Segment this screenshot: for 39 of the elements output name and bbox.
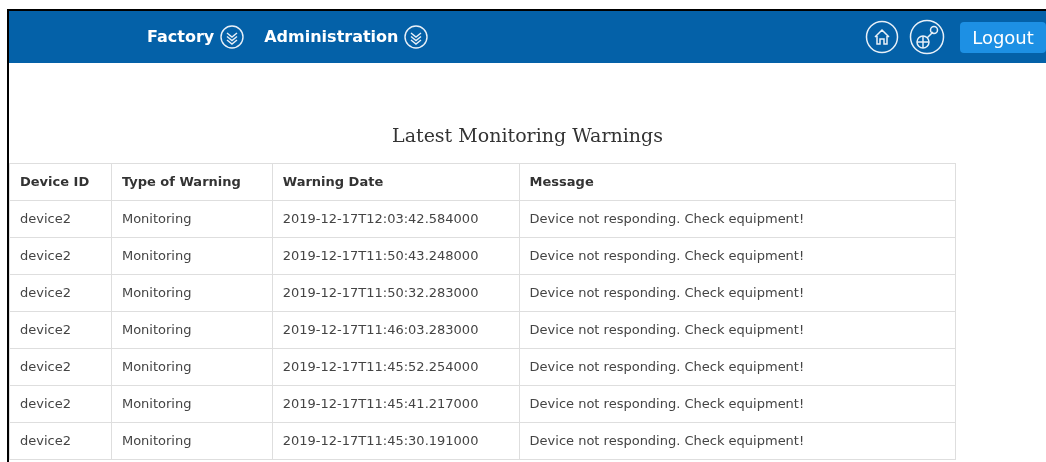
chevron-down-icon — [220, 25, 245, 49]
table-cell: Monitoring — [111, 385, 273, 423]
column-header: Message — [519, 163, 956, 201]
column-header: Type of Warning — [111, 163, 273, 201]
table-cell: device2 — [9, 311, 112, 349]
chevron-down-icon — [404, 25, 429, 49]
table-cell: Monitoring — [111, 311, 273, 349]
table-cell: device2 — [9, 385, 112, 423]
column-header: Device ID — [9, 163, 112, 201]
column-header: Warning Date — [272, 163, 520, 201]
logout-button[interactable]: Logout — [960, 21, 1046, 53]
page-title: Latest Monitoring Warnings — [392, 122, 663, 148]
table-cell: 2019-12-17T11:45:52.254000 — [272, 348, 520, 386]
table-cell: Device not responding. Check equipment! — [519, 385, 956, 423]
table-cell: Monitoring — [111, 422, 273, 460]
table-cell: 2019-12-17T11:45:41.217000 — [272, 385, 520, 423]
home-icon[interactable] — [865, 20, 899, 54]
nav-menu[interactable]: Factory — [147, 25, 245, 49]
table-cell: Monitoring — [111, 200, 273, 238]
table-cell: device2 — [9, 274, 112, 312]
table-cell: 2019-12-17T11:50:43.248000 — [272, 237, 520, 275]
table-cell: Monitoring — [111, 348, 273, 386]
table-cell: 2019-12-17T11:45:30.191000 — [272, 422, 520, 460]
table-cell: 2019-12-17T11:50:32.283000 — [272, 274, 520, 312]
table-cell: 2019-12-17T11:46:03.283000 — [272, 311, 520, 349]
table-cell: Monitoring — [111, 237, 273, 275]
table-cell: device2 — [9, 237, 112, 275]
nav-menu[interactable]: Administration — [264, 25, 429, 49]
table-cell: device2 — [9, 348, 112, 386]
table-cell: 2019-12-17T12:03:42.584000 — [272, 200, 520, 238]
table-cell: Device not responding. Check equipment! — [519, 422, 956, 460]
table-cell: Device not responding. Check equipment! — [519, 274, 956, 312]
table-cell: device2 — [9, 422, 112, 460]
table-cell: Device not responding. Check equipment! — [519, 200, 956, 238]
table-cell: Monitoring — [111, 274, 273, 312]
table-cell: device2 — [9, 200, 112, 238]
table-cell: Device not responding. Check equipment! — [519, 348, 956, 386]
table-cell: Device not responding. Check equipment! — [519, 237, 956, 275]
table-cell: Device not responding. Check equipment! — [519, 311, 956, 349]
